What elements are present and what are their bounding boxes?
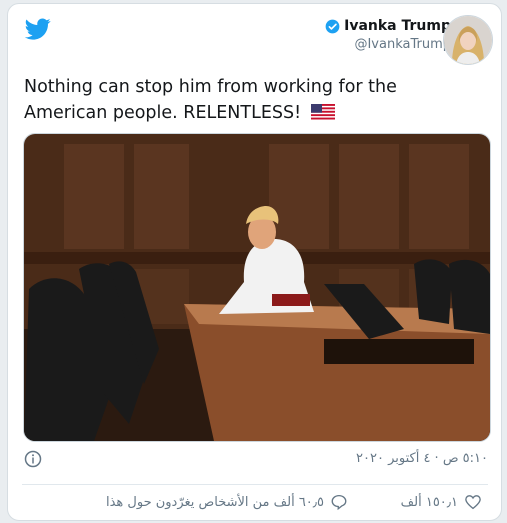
heart-icon (465, 495, 481, 510)
tweet-actions: ١٥٠٫١ ألف ٦٠٫٥ ألف من الأشخاص يغرّدون حو… (22, 491, 488, 515)
tweet-photo[interactable] (23, 133, 491, 442)
author-block[interactable]: Ivanka Trump @IvankaTrump (325, 18, 451, 52)
twitter-bird-icon[interactable] (25, 16, 51, 42)
tweet-text-content: Nothing can stop him from working for th… (24, 77, 397, 123)
divider (22, 484, 488, 485)
tweet-meta: ٥:١٠ ص · ٤ أكتوبر ٢٠٢٠ (22, 449, 488, 471)
tweet-card[interactable]: Ivanka Trump @IvankaTrump Nothing can st… (7, 3, 502, 521)
speech-bubble-icon (331, 494, 347, 511)
avatar[interactable] (443, 15, 493, 65)
author-name[interactable]: Ivanka Trump (344, 18, 451, 34)
us-flag-icon (310, 104, 335, 120)
tweet-timestamp[interactable]: ٥:١٠ ص · ٤ أكتوبر ٢٠٢٠ (356, 451, 488, 466)
author-handle[interactable]: @IvankaTrump (325, 37, 451, 52)
talking-label: ٦٠٫٥ ألف من الأشخاص يغرّدون حول هذا (105, 494, 324, 510)
like-button[interactable]: ١٥٠٫١ ألف (401, 493, 482, 511)
likes-count: ١٥٠٫١ ألف (400, 494, 458, 510)
tweet-text: Nothing can stop him from working for th… (24, 74, 484, 126)
conversation-button[interactable]: ٦٠٫٥ ألف من الأشخاص يغرّدون حول هذا (106, 493, 348, 511)
verified-badge-icon (325, 19, 340, 33)
info-icon[interactable] (24, 450, 42, 468)
